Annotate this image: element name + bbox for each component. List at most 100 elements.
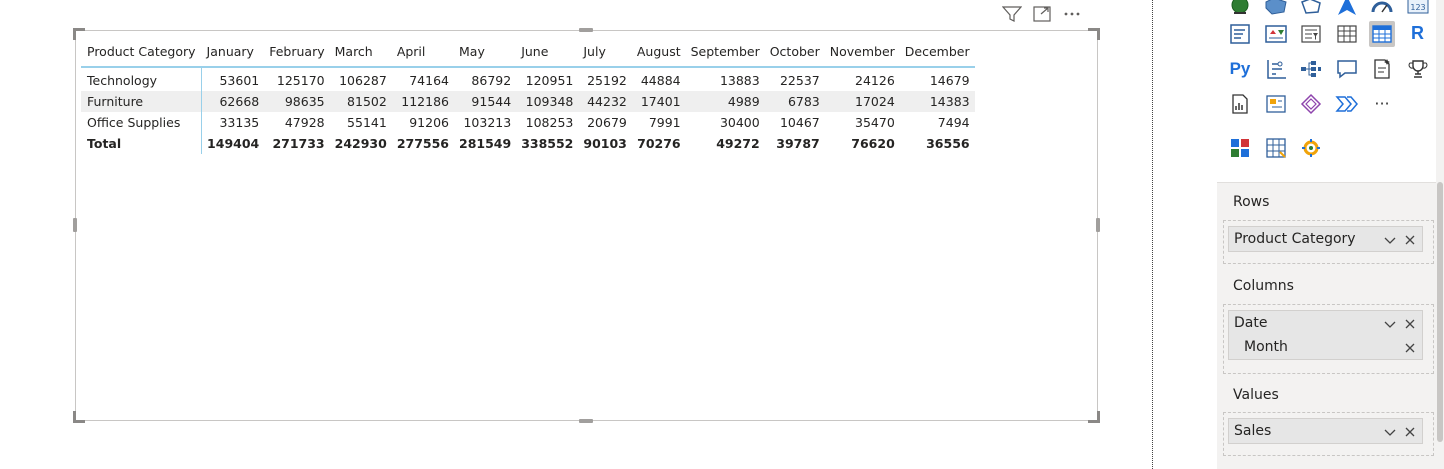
pane-scrollbar[interactable] bbox=[1436, 182, 1444, 469]
table-cell: 33135 bbox=[219, 115, 260, 130]
column-header[interactable]: October bbox=[764, 36, 825, 68]
resize-handle-left[interactable] bbox=[73, 218, 77, 232]
card-123-icon[interactable]: 123 bbox=[1405, 0, 1431, 19]
kpi-icon[interactable] bbox=[1263, 21, 1289, 47]
more-visuals-icon[interactable]: ··· bbox=[1369, 91, 1395, 117]
total-cell: 338552 bbox=[521, 136, 574, 151]
resize-handle-top[interactable] bbox=[579, 28, 593, 32]
chevron-down-icon[interactable] bbox=[1383, 232, 1397, 246]
matrix-visual-icon[interactable] bbox=[1369, 20, 1395, 47]
svg-text:123: 123 bbox=[1410, 3, 1425, 12]
matrix-visual[interactable]: Product Category January February March … bbox=[73, 28, 1100, 423]
table-row: Technology 53601 125170 106287 74164 867… bbox=[81, 67, 975, 91]
values-well[interactable]: Sales bbox=[1223, 412, 1434, 456]
table-cell: 103213 bbox=[463, 115, 512, 130]
row-header-product-category[interactable]: Product Category bbox=[81, 36, 202, 68]
field-label: Sales bbox=[1234, 423, 1272, 439]
field-pill-product-category[interactable]: Product Category bbox=[1228, 226, 1423, 252]
table-cell: 6783 bbox=[764, 91, 825, 112]
resize-handle-bottom[interactable] bbox=[579, 419, 593, 423]
table-cell: 35470 bbox=[855, 115, 895, 130]
field-pill-sales[interactable]: Sales bbox=[1228, 418, 1423, 444]
focus-mode-icon[interactable] bbox=[1031, 4, 1053, 24]
table-cell: 10467 bbox=[779, 115, 820, 130]
column-header[interactable]: March bbox=[329, 36, 392, 68]
total-cell: 149404 bbox=[207, 136, 260, 151]
close-icon[interactable] bbox=[1403, 424, 1417, 438]
azure-map-icon[interactable] bbox=[1334, 0, 1360, 19]
shape-map-icon[interactable] bbox=[1298, 0, 1324, 19]
power-automate-icon[interactable] bbox=[1263, 91, 1289, 117]
total-row: Total 149404 271733 242930 277556 281549… bbox=[81, 133, 975, 154]
more-options-icon[interactable] bbox=[1061, 4, 1083, 24]
table-cell: 53601 bbox=[219, 73, 260, 88]
matrix-table: Product Category January February March … bbox=[81, 36, 975, 154]
table-cell: 55141 bbox=[347, 115, 387, 130]
scrollbar-thumb[interactable] bbox=[1437, 182, 1443, 442]
visualization-gallery: 123 R Py ··· bbox=[1217, 0, 1436, 183]
close-icon[interactable] bbox=[1403, 316, 1417, 330]
column-header[interactable]: January bbox=[201, 36, 265, 68]
build-visual-icon[interactable] bbox=[1227, 135, 1253, 161]
row-label[interactable]: Technology bbox=[81, 67, 203, 91]
table-cell: 44884 bbox=[640, 73, 681, 88]
resize-handle-right[interactable] bbox=[1096, 218, 1100, 232]
resize-corner-bottom-left[interactable] bbox=[73, 411, 85, 423]
close-icon[interactable] bbox=[1403, 232, 1417, 246]
paginated-report-icon[interactable] bbox=[1227, 91, 1253, 117]
power-automate-flow-icon[interactable] bbox=[1334, 91, 1360, 117]
filled-map-icon[interactable] bbox=[1263, 0, 1289, 19]
slicer-icon[interactable] bbox=[1298, 21, 1324, 47]
resize-corner-top-right[interactable] bbox=[1088, 28, 1100, 40]
globe-map-icon[interactable] bbox=[1227, 0, 1253, 19]
column-header[interactable]: September bbox=[685, 36, 765, 68]
column-header[interactable]: April bbox=[391, 36, 454, 68]
total-cell: 277556 bbox=[396, 136, 449, 151]
table-cell: 44232 bbox=[578, 91, 632, 112]
qa-visual-icon[interactable] bbox=[1334, 56, 1360, 82]
table-cell: 14679 bbox=[929, 73, 970, 88]
table-cell: 91544 bbox=[454, 91, 517, 112]
table-cell: 24126 bbox=[855, 73, 895, 88]
columns-well-title: Columns bbox=[1233, 278, 1294, 294]
analytics-icon[interactable] bbox=[1298, 135, 1324, 161]
gauge-icon[interactable] bbox=[1369, 0, 1395, 19]
total-cell: 271733 bbox=[272, 136, 325, 151]
python-visual-icon[interactable]: Py bbox=[1227, 56, 1253, 82]
filter-icon[interactable] bbox=[1001, 4, 1023, 24]
row-label[interactable]: Office Supplies bbox=[81, 112, 203, 133]
column-header[interactable]: June bbox=[516, 36, 579, 68]
table-cell: 20679 bbox=[587, 115, 627, 130]
chevron-down-icon[interactable] bbox=[1383, 316, 1397, 330]
table-cell: 109348 bbox=[516, 91, 579, 112]
python-visual-label: Py bbox=[1229, 58, 1251, 78]
chevron-down-icon[interactable] bbox=[1383, 424, 1397, 438]
column-header[interactable]: July bbox=[578, 36, 632, 68]
table-visual-icon[interactable] bbox=[1334, 21, 1360, 47]
format-visual-icon[interactable] bbox=[1263, 135, 1289, 161]
decomposition-tree-icon[interactable] bbox=[1298, 56, 1324, 82]
table-cell: 17024 bbox=[824, 91, 900, 112]
power-apps-icon[interactable] bbox=[1298, 91, 1324, 117]
column-header[interactable]: December bbox=[899, 36, 975, 68]
table-cell: 86792 bbox=[471, 73, 512, 88]
columns-well[interactable]: Date Month bbox=[1223, 304, 1434, 374]
key-influencers-icon[interactable] bbox=[1263, 56, 1289, 82]
table-cell: 17401 bbox=[631, 91, 686, 112]
multi-row-card-icon[interactable] bbox=[1227, 21, 1253, 47]
column-header[interactable]: August bbox=[631, 36, 686, 68]
column-header[interactable]: November bbox=[824, 36, 900, 68]
column-header[interactable]: February bbox=[264, 36, 330, 68]
table-cell: 112186 bbox=[391, 91, 454, 112]
goals-trophy-icon[interactable] bbox=[1405, 56, 1431, 82]
column-header[interactable]: May bbox=[454, 36, 517, 68]
more-visuals-label: ··· bbox=[1374, 94, 1390, 113]
resize-corner-bottom-right[interactable] bbox=[1088, 411, 1100, 423]
field-pill-date[interactable]: Date Month bbox=[1228, 310, 1423, 360]
report-canvas: Product Category January February March … bbox=[0, 0, 1152, 469]
rows-well[interactable]: Product Category bbox=[1223, 220, 1434, 264]
smart-narrative-icon[interactable] bbox=[1369, 56, 1395, 82]
row-label[interactable]: Furniture bbox=[81, 91, 203, 112]
close-icon[interactable] bbox=[1403, 340, 1417, 354]
r-visual-icon[interactable]: R bbox=[1405, 21, 1431, 47]
